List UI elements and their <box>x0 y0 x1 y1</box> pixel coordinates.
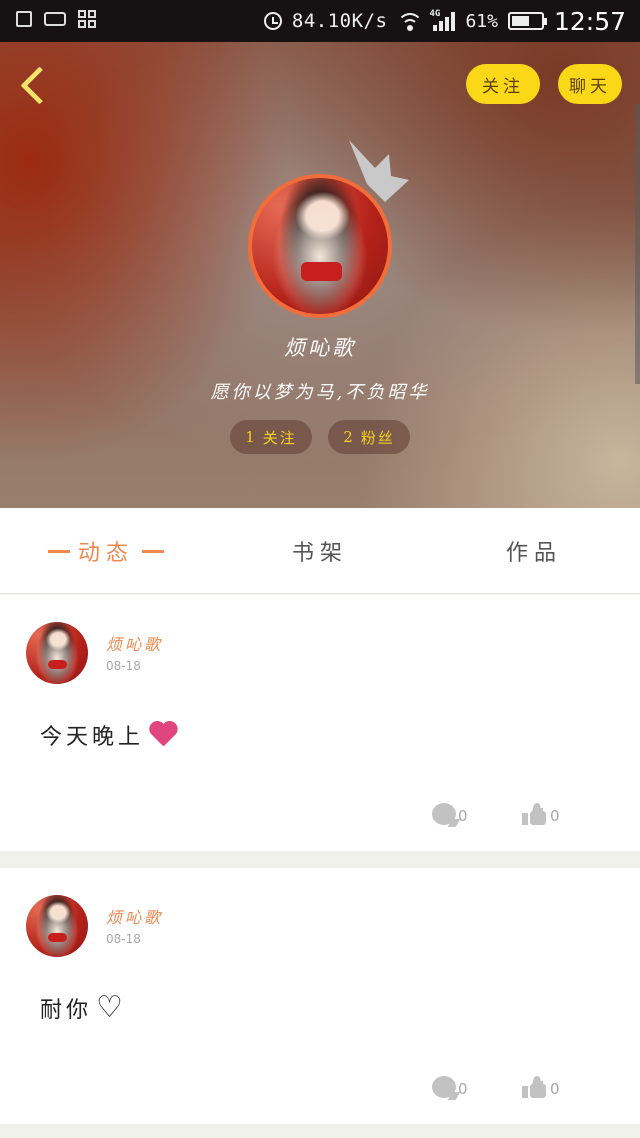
comment-count: 0 <box>458 1080 468 1098</box>
profile-name: 烦吣歌 <box>284 336 356 360</box>
apps-icon <box>78 10 96 28</box>
profile-avatar[interactable] <box>248 174 392 318</box>
fans-count: 2 <box>343 428 355 446</box>
post-date: 08-18 <box>106 659 141 673</box>
avatar-image <box>26 895 88 957</box>
tab-works[interactable]: 作品 <box>494 508 574 594</box>
status-bar: 84.10K/s 4G 61% 12:57 <box>0 0 640 42</box>
tab-dynamics[interactable]: 动态 <box>40 508 172 594</box>
post-content: 今天晚上 <box>40 719 178 751</box>
follows-count-button[interactable]: 1 关注 <box>230 420 312 454</box>
thumbs-up-icon <box>522 1075 548 1098</box>
image-icon <box>16 11 32 27</box>
battery-percent: 61% <box>465 10 498 32</box>
fans-count-button[interactable]: 2 粉丝 <box>328 420 410 454</box>
follow-button[interactable]: 关注 <box>466 64 540 104</box>
like-button[interactable]: 0 <box>522 802 560 825</box>
tab-bar: 动态 书架 作品 <box>0 508 640 594</box>
tab-bookshelf[interactable]: 书架 <box>280 508 360 594</box>
like-count: 0 <box>550 1080 560 1098</box>
avatar-image <box>252 178 388 314</box>
comment-button[interactable]: 0 <box>432 803 468 825</box>
follows-label: 关注 <box>262 428 297 447</box>
alarm-icon <box>263 12 282 30</box>
status-right: 84.10K/s 4G 61% 12:57 <box>263 0 626 42</box>
post-date: 08-18 <box>106 932 141 946</box>
signal-icon: 4G <box>429 9 456 31</box>
wifi-icon <box>397 11 424 31</box>
tab-works-label: 作品 <box>505 541 562 566</box>
comment-icon <box>432 803 456 825</box>
heart-outline-icon: ♡ <box>96 990 127 1025</box>
comment-button[interactable]: 0 <box>432 1076 468 1098</box>
clock: 12:57 <box>553 6 626 36</box>
post-author-name[interactable]: 烦吣歌 <box>106 904 163 928</box>
comment-count: 0 <box>458 807 468 825</box>
battery-fill <box>511 16 530 26</box>
post-content: 耐你 ♡ <box>40 992 127 1024</box>
battery-icon <box>507 12 547 30</box>
avatar-image <box>26 622 88 684</box>
network-type: 4G <box>429 9 441 19</box>
fans-label: 粉丝 <box>360 428 395 447</box>
post-card[interactable]: 烦吣歌 08-18 耐你 ♡ 0 0 <box>0 868 640 1124</box>
post-text: 耐你 <box>40 998 93 1023</box>
profile-header: 关注 聊天 烦吣歌 愿你以梦为马,不负昭华 1 关注 2 粉丝 <box>0 42 640 508</box>
post-author-name[interactable]: 烦吣歌 <box>106 631 163 655</box>
like-button[interactable]: 0 <box>522 1075 560 1098</box>
comment-icon <box>432 1076 456 1098</box>
sim-icon <box>44 12 66 26</box>
network-speed: 84.10K/s <box>291 10 388 32</box>
tab-bookshelf-label: 书架 <box>291 541 348 566</box>
post-text: 今天晚上 <box>40 725 145 750</box>
status-left-icons <box>16 10 96 28</box>
like-count: 0 <box>550 807 560 825</box>
tab-dynamics-label: 动态 <box>78 541 135 566</box>
heart-icon <box>148 722 178 748</box>
thumbs-up-icon <box>522 802 548 825</box>
chat-button[interactable]: 聊天 <box>558 64 622 104</box>
post-card[interactable]: 烦吣歌 08-18 今天晚上 0 0 <box>0 595 640 851</box>
follows-count: 1 <box>245 428 257 446</box>
profile-bio: 愿你以梦为马,不负昭华 <box>210 382 430 403</box>
chevron-left-icon[interactable] <box>18 64 50 108</box>
post-author-avatar[interactable] <box>26 622 88 684</box>
post-author-avatar[interactable] <box>26 895 88 957</box>
